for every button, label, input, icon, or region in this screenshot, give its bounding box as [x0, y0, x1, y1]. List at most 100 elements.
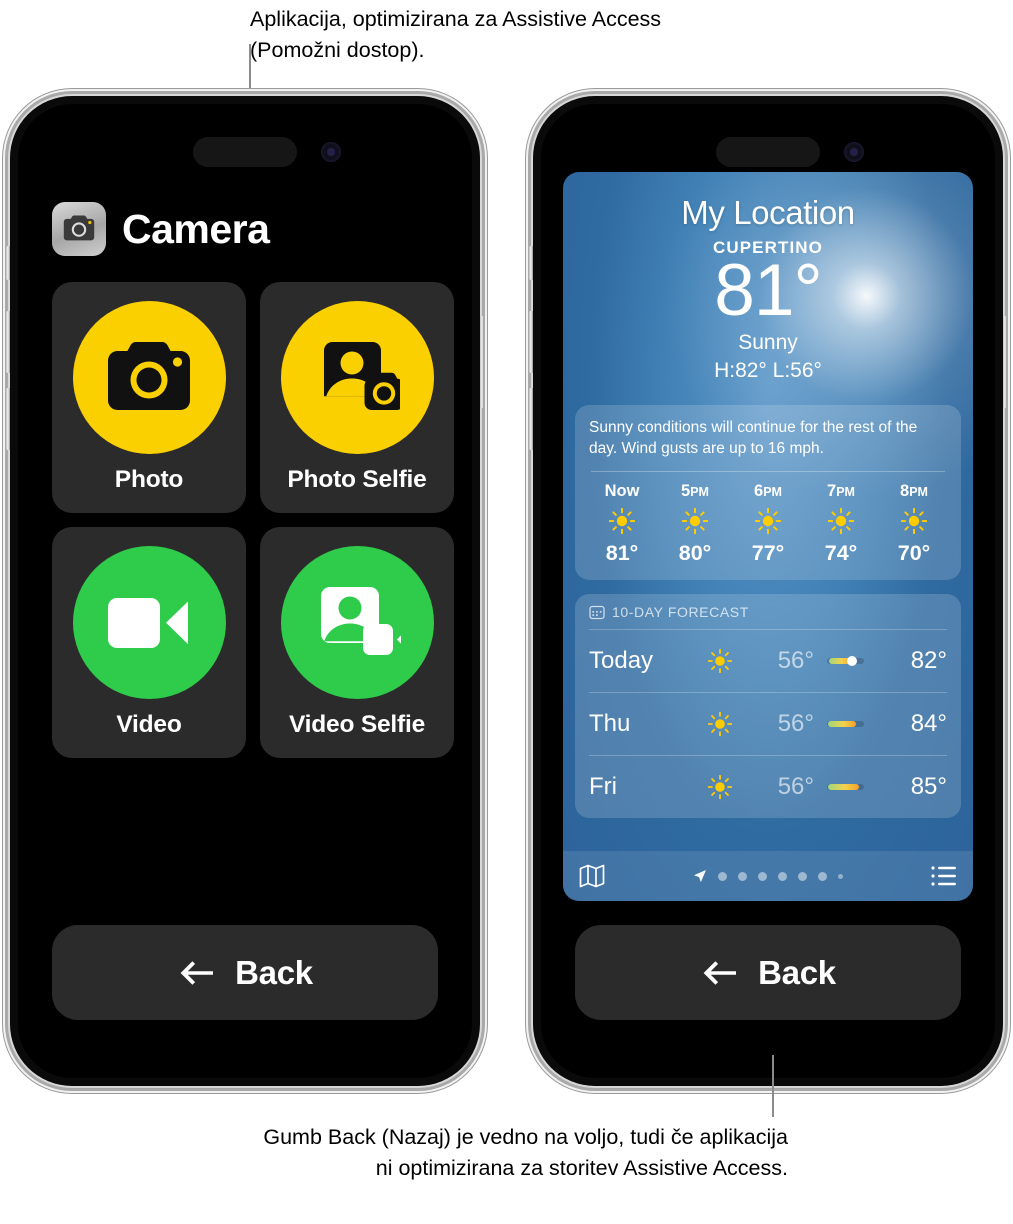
calendar-icon — [589, 606, 605, 620]
back-button-camera[interactable]: Back — [52, 925, 438, 1020]
daily-icon — [694, 712, 746, 737]
hourly-time: Now — [604, 482, 640, 501]
page-dot[interactable] — [738, 871, 747, 881]
volume-down-button[interactable] — [529, 388, 533, 450]
camera-icon — [72, 301, 226, 454]
mute-switch[interactable] — [529, 246, 533, 280]
weather-high-low: H:82° L:56° — [714, 359, 822, 383]
camera-app-title: Camera — [122, 205, 270, 252]
power-button[interactable] — [480, 316, 484, 408]
phone-camera: Camera Photo Photo Selfie Video Video Se… — [6, 96, 484, 1086]
page-dot[interactable] — [798, 871, 807, 881]
weather-location: My Location — [681, 194, 855, 231]
daily-row: Thu 56° 84° — [589, 692, 947, 755]
hourly-temp: 77° — [751, 541, 785, 566]
weather-temperature: 81° — [714, 250, 822, 331]
daily-day: Fri — [589, 773, 617, 801]
sun-icon — [609, 508, 635, 535]
page-dot[interactable] — [758, 871, 767, 881]
tile-photo[interactable]: Photo — [52, 282, 246, 513]
arrow-left-icon — [703, 960, 737, 985]
temp-range-bar — [827, 784, 864, 791]
caption-top: Aplikacija, optimizirana za Assistive Ac… — [250, 7, 662, 62]
weather-summary: Sunny conditions will continue for the r… — [589, 419, 918, 458]
temp-marker — [846, 656, 857, 667]
hourly-item: 8PM 70° — [885, 482, 943, 566]
volume-down-button[interactable] — [6, 388, 10, 450]
tile-video-label: Video — [116, 711, 182, 738]
weather-app: My Location CUPERTINO 81° Sunny H:82° L:… — [563, 172, 973, 901]
video-icon — [72, 546, 226, 699]
front-camera-icon — [321, 142, 341, 162]
sun-icon — [828, 508, 854, 535]
daily-high: 82° — [910, 647, 947, 675]
tile-video-selfie-label: Video Selfie — [288, 711, 426, 738]
back-button-weather[interactable]: Back — [575, 925, 961, 1020]
daily-icon — [694, 649, 746, 674]
person-video-icon — [280, 546, 434, 699]
hourly-item: 5PM 80° — [666, 482, 724, 566]
hourly-time: 5PM — [681, 482, 709, 501]
tile-photo-label: Photo — [114, 466, 184, 493]
page-dot[interactable] — [778, 871, 787, 881]
hourly-item: 6PM 77° — [739, 482, 797, 566]
page-dots[interactable] — [605, 869, 931, 883]
daily-high: 84° — [910, 710, 947, 738]
camera-screen: Camera Photo Photo Selfie Video Video Se… — [18, 104, 472, 1078]
dynamic-island — [716, 137, 820, 167]
hourly-time: 7PM — [827, 482, 855, 501]
sun-icon — [708, 712, 732, 737]
hourly-row: Now 81° 5PM 80° 6PM 77° 7PM 74° 8PM 70° — [589, 482, 947, 566]
hourly-item: 7PM 74° — [812, 482, 870, 566]
sun-icon — [901, 508, 927, 535]
mute-switch[interactable] — [6, 246, 10, 280]
camera-mode-grid: Photo Photo Selfie Video Video Selfie — [52, 282, 454, 758]
divider — [591, 471, 945, 473]
daily-rows: Today 56° 82° Thu 56° 84° Fri 56° 85° — [589, 629, 947, 818]
weather-condition: Sunny — [738, 331, 798, 355]
daily-day: Today — [589, 647, 654, 675]
daily-row: Today 56° 82° — [589, 629, 947, 692]
daily-row: Fri 56° 85° — [589, 755, 947, 818]
sun-icon — [708, 649, 732, 674]
list-icon[interactable] — [931, 864, 957, 888]
daily-low: 56° — [777, 647, 814, 675]
volume-up-button[interactable] — [6, 311, 10, 373]
location-arrow-icon — [694, 870, 706, 883]
daily-high: 85° — [910, 773, 947, 801]
temp-range-bar — [827, 656, 864, 667]
daily-forecast-card[interactable]: 10-DAY FORECAST Today 56° 82° Thu 56° 84° Fri 5… — [575, 594, 961, 819]
tile-video[interactable]: Video — [52, 527, 246, 758]
hourly-temp: 81° — [605, 541, 639, 566]
page-dot[interactable] — [818, 871, 827, 881]
dynamic-island — [193, 137, 297, 167]
tile-photo-selfie[interactable]: Photo Selfie — [260, 282, 454, 513]
map-icon[interactable] — [579, 863, 605, 889]
daily-forecast-header: 10-DAY FORECAST — [589, 604, 947, 629]
hourly-temp: 74° — [824, 541, 858, 566]
daily-forecast-header-label: 10-DAY FORECAST — [612, 604, 749, 621]
page-dot[interactable] — [718, 871, 727, 881]
volume-up-button[interactable] — [529, 311, 533, 373]
daily-low: 56° — [777, 710, 814, 738]
page-dot[interactable] — [838, 873, 843, 879]
sun-icon — [682, 508, 708, 535]
caption-bottom: Gumb Back (Nazaj) je vedno na voljo, tud… — [263, 1125, 788, 1180]
hourly-item: Now 81° — [593, 482, 651, 566]
hourly-temp: 70° — [897, 541, 931, 566]
phone-weather: My Location CUPERTINO 81° Sunny H:82° L:… — [529, 96, 1007, 1086]
daily-low: 56° — [777, 773, 814, 801]
daily-day: Thu — [589, 710, 631, 738]
weather-header: My Location CUPERTINO 81° Sunny H:82° L:… — [563, 172, 973, 383]
tile-video-selfie[interactable]: Video Selfie — [260, 527, 454, 758]
front-camera-icon — [844, 142, 864, 162]
hourly-forecast-card[interactable]: Sunny conditions will continue for the r… — [575, 405, 961, 581]
camera-app-icon — [52, 202, 106, 256]
power-button[interactable] — [1003, 316, 1007, 408]
back-button-camera-label: Back — [235, 953, 313, 991]
person-camera-icon — [280, 301, 434, 454]
hourly-time: 6PM — [754, 482, 782, 501]
leader-line-bottom — [772, 1055, 774, 1117]
tile-photo-selfie-label: Photo Selfie — [287, 466, 427, 493]
sun-icon — [708, 775, 732, 800]
